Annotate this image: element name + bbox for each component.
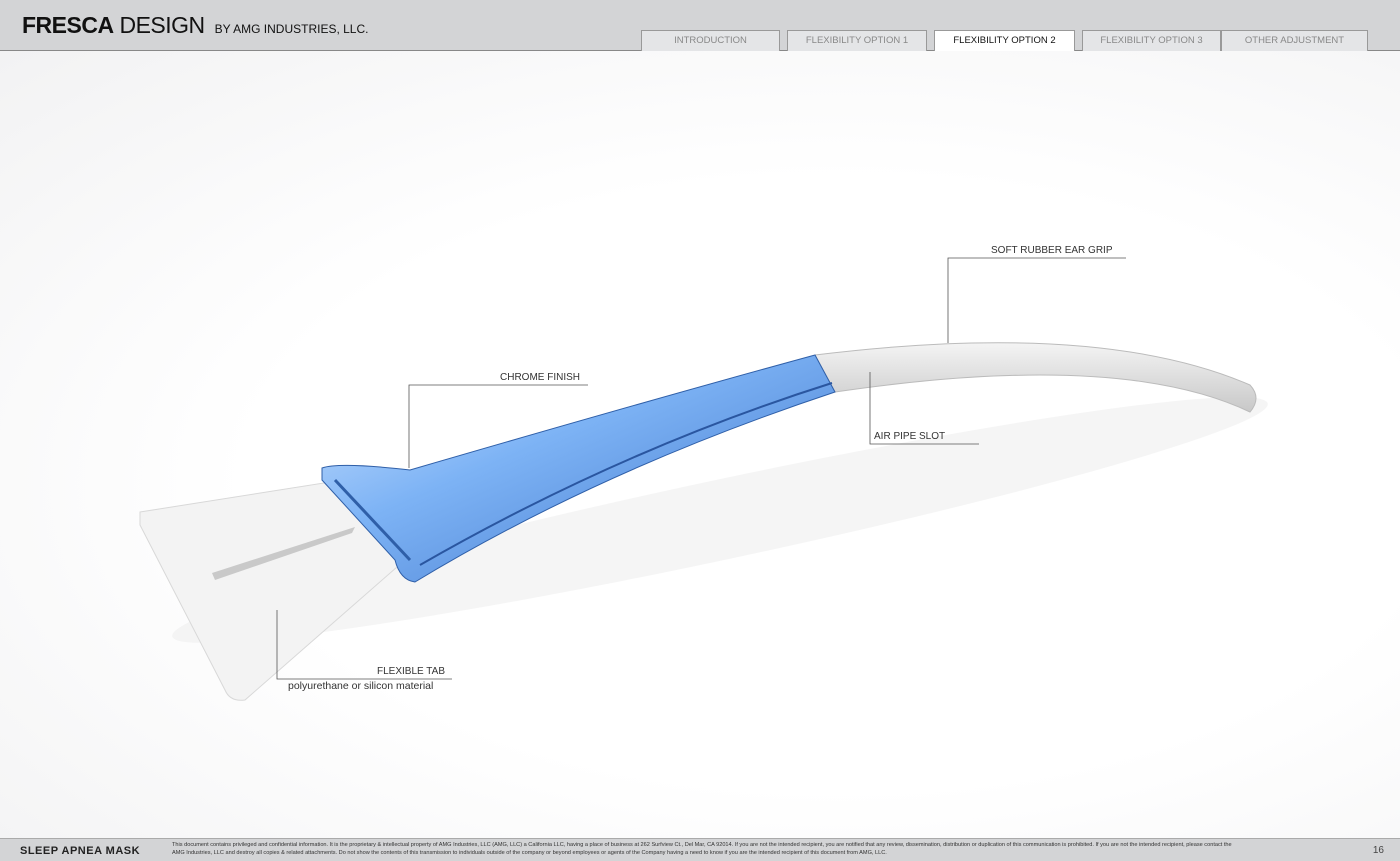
callout-flexible-tab-material: polyurethane or silicon material <box>288 680 434 692</box>
confidentiality-notice: This document contains privileged and co… <box>172 842 1232 856</box>
callout-air-pipe-slot: AIR PIPE SLOT <box>874 431 946 442</box>
page-number: 16 <box>1372 845 1384 856</box>
callout-chrome-finish: CHROME FINISH <box>500 372 580 383</box>
document-title: SLEEP APNEA MASK <box>20 845 141 857</box>
callout-ear-grip: SOFT RUBBER EAR GRIP <box>991 245 1113 256</box>
product-illustration <box>139 257 1268 701</box>
callout-flexible-tab: FLEXIBLE TAB <box>377 666 445 677</box>
footer: SLEEP APNEA MASK This document contains … <box>0 838 1400 861</box>
